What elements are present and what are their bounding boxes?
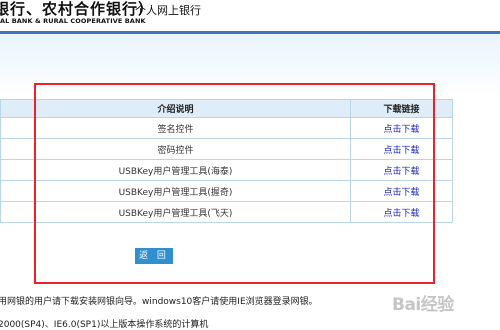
bank-english-name: AL BANK & RURAL COOPERATIVE BANK (0, 17, 146, 25)
instruction-line-2: 2000(SP4)、IE6.0(SP1)以上版本操作系统的计算机 (0, 320, 209, 330)
product-name: 个人网上银行 (135, 4, 201, 17)
page-header: 银行、农村合作银行） AL BANK & RURAL COOPERATIVE B… (0, 0, 500, 30)
instruction-line-1: 用网银的用户请下载安装网银向导。windows10客户请使用IE浏览器登录网银。 (0, 297, 318, 307)
watermark-text: Bai经验 (392, 295, 454, 315)
watermark-logo: Bai经验 (392, 290, 492, 316)
highlight-box (34, 83, 435, 284)
